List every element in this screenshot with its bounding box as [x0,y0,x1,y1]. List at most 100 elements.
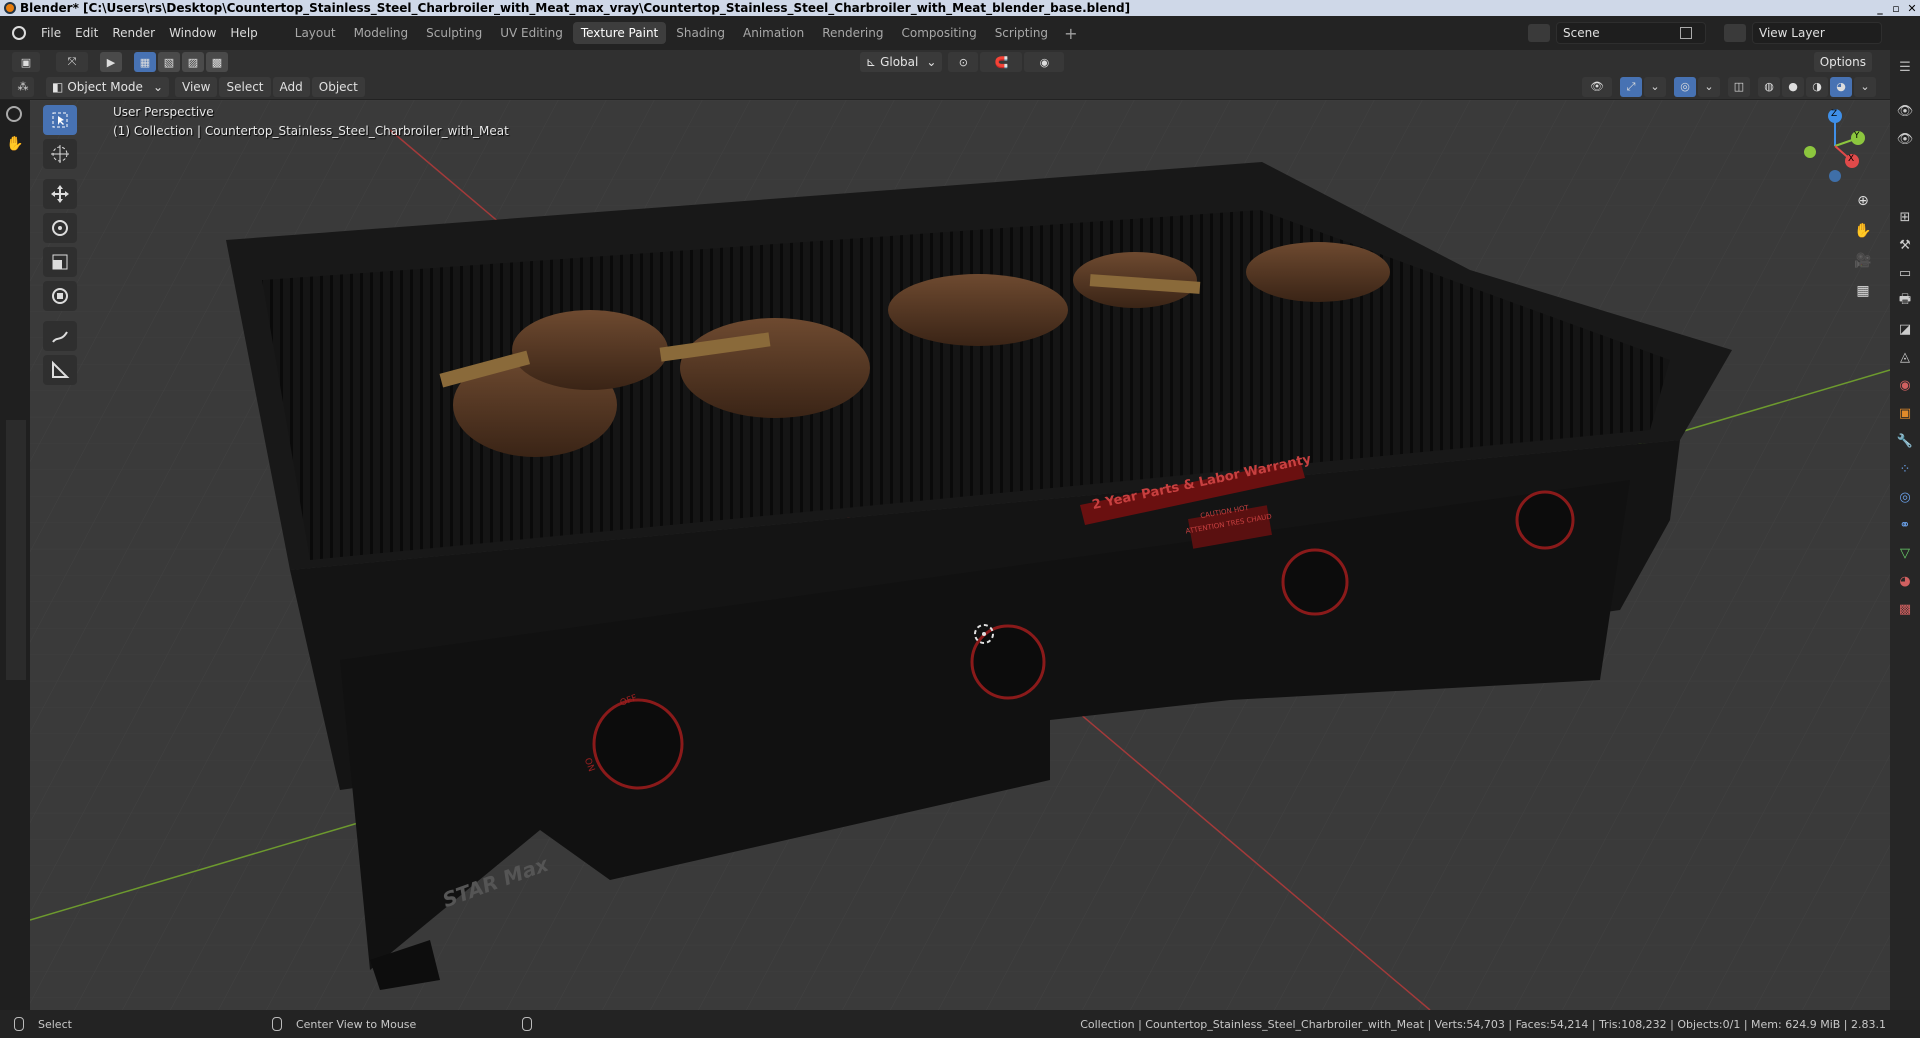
tab-compositing[interactable]: Compositing [893,22,984,44]
tab-modeling[interactable]: Modeling [346,22,417,44]
menu-edit[interactable]: Edit [68,23,105,43]
constraints-props-icon[interactable]: ⚭ [1894,514,1916,536]
menu-select[interactable]: Select [219,76,271,97]
viewport-header-tools: ▣ ⤧ ▶ ▦ ▧ ▨ ▩ ⊾ Global ⌄ ⊙ 🧲 ◉ Options [0,50,1920,74]
select-subtract-button[interactable]: ▨ [182,52,204,72]
pivot-point-button[interactable]: ⊙ [948,52,979,72]
top-bar: File Edit Render Window Help Layout Mode… [0,16,1920,50]
output-props-icon[interactable]: 🖶 [1894,290,1916,312]
select-extend-button[interactable]: ▧ [158,52,180,72]
gizmo-x-label: X [1848,154,1855,164]
select-new-button[interactable]: ▦ [134,52,156,72]
tab-layout[interactable]: Layout [287,22,344,44]
gizmo-y-label: Y [1854,131,1860,141]
object-props-icon[interactable]: ▣ [1894,402,1916,424]
texture-props-icon[interactable]: ▩ [1894,598,1916,620]
3d-viewport[interactable]: 2 Year Parts & Labor Warranty CAUTION HO… [30,100,1890,1010]
maximize-button[interactable]: ▫ [1888,0,1904,16]
blender-menu-icon[interactable] [12,26,26,40]
visibility-icon[interactable]: 👁 [1582,76,1612,97]
camera-view-icon[interactable]: 🎥 [1850,248,1876,274]
blender-logo-icon [4,2,16,14]
tab-animation[interactable]: Animation [735,22,812,44]
chevron-down-icon: ⌄ [926,55,937,69]
view-layer-selector[interactable]: View Layer [1752,22,1882,44]
gizmo-dropdown-icon[interactable]: ⌄ [1644,76,1666,97]
window-titlebar: Blender* [C:\Users\rs\Desktop\Countertop… [0,0,1920,16]
gizmo-toggle-icon[interactable]: ⤢ [1620,76,1642,97]
solid-shading-icon[interactable]: ● [1782,76,1804,97]
tab-rendering[interactable]: Rendering [814,22,891,44]
modifier-props-icon[interactable]: 🔧 [1894,430,1916,452]
tab-shading[interactable]: Shading [668,22,733,44]
tab-scripting[interactable]: Scripting [987,22,1056,44]
menu-file[interactable]: File [34,23,68,43]
select-box-button[interactable]: ▶ [100,52,122,72]
xray-toggle-icon[interactable]: ◫ [1728,76,1750,97]
zoom-icon[interactable]: ⊕ [1850,188,1876,214]
perspective-label: User Perspective [113,105,214,119]
scene-props-icon[interactable]: ◬ [1894,346,1916,368]
options-dropdown[interactable]: Options [1813,52,1872,72]
view-layer-props-icon[interactable]: ◪ [1894,318,1916,340]
annotate-tool[interactable] [43,321,77,351]
select-box-tool[interactable] [43,105,77,135]
scene-icon[interactable] [1528,24,1550,42]
editor-type-button[interactable]: ▣ [12,52,40,72]
tab-texture-paint[interactable]: Texture Paint [572,22,667,44]
physics-props-icon[interactable]: ◎ [1894,486,1916,508]
measure-tool[interactable] [43,355,77,385]
tool-settings-icon[interactable]: ⚒ [1894,234,1916,256]
eye-icon[interactable]: 👁 [1894,100,1916,122]
eye-render-icon[interactable]: 👁 [1894,128,1916,150]
render-props-icon[interactable]: ▭ [1894,262,1916,284]
editor-menu-icon[interactable]: ⁂ [12,76,34,97]
add-workspace-button[interactable]: + [1058,24,1083,43]
scale-tool[interactable] [43,247,77,277]
move-tool[interactable] [43,179,77,209]
scale-icon [52,254,68,270]
transform-tool[interactable] [43,281,77,311]
material-props-icon[interactable]: ◕ [1894,570,1916,592]
rotate-tool[interactable] [43,213,77,243]
shading-dropdown-icon[interactable]: ⌄ [1854,76,1876,97]
menu-add[interactable]: Add [272,76,310,97]
outliner-icon[interactable]: ☰ [1894,56,1916,78]
properties-toggle-icon[interactable]: ⊞ [1894,206,1916,228]
wireframe-shading-icon[interactable]: ◍ [1758,76,1780,97]
zoom-search-icon[interactable] [6,106,22,122]
menu-object[interactable]: Object [311,76,365,97]
overlay-toggle-icon[interactable]: ◎ [1674,76,1696,97]
cursor-tool[interactable] [43,139,77,169]
scene-copy-icon[interactable] [1680,27,1692,39]
tab-uv-editing[interactable]: UV Editing [492,22,571,44]
minimize-button[interactable]: _ [1872,0,1888,16]
window-controls: _ ▫ ✕ [1872,0,1920,16]
transform-orientation-dropdown[interactable]: ⊾ Global ⌄ [860,52,943,72]
hand-pan-icon[interactable]: ✋ [6,136,23,152]
overlay-dropdown-icon[interactable]: ⌄ [1698,76,1720,97]
select-intersect-button[interactable]: ▩ [206,52,228,72]
navigation-gizmo[interactable]: Z Y X [1790,106,1880,186]
close-button[interactable]: ✕ [1904,0,1920,16]
menu-help[interactable]: Help [223,23,264,43]
proportional-edit-button[interactable]: ◉ [1024,52,1065,72]
menu-window[interactable]: Window [162,23,223,43]
world-props-icon[interactable]: ◉ [1894,374,1916,396]
menu-render[interactable]: Render [105,23,162,43]
data-props-icon[interactable]: ▽ [1894,542,1916,564]
tab-sculpting[interactable]: Sculpting [418,22,490,44]
mode-dropdown[interactable]: ◧ Object Mode ⌄ [46,76,169,97]
menu-view[interactable]: View [175,76,218,97]
transform-pivot-button[interactable]: ⤧ [56,52,88,72]
particles-props-icon[interactable]: ⁘ [1894,458,1916,480]
ortho-grid-icon[interactable]: ▦ [1850,278,1876,304]
pan-hand-icon[interactable]: ✋ [1850,218,1876,244]
material-shading-icon[interactable]: ◑ [1806,76,1828,97]
options-label: Options [1819,55,1866,69]
view-layer-icon[interactable] [1724,24,1746,42]
left-scroll-region[interactable] [6,420,26,680]
rendered-shading-icon[interactable]: ◕ [1830,76,1852,97]
snap-button[interactable]: 🧲 [980,52,1023,72]
view-layer-name: View Layer [1759,26,1825,40]
